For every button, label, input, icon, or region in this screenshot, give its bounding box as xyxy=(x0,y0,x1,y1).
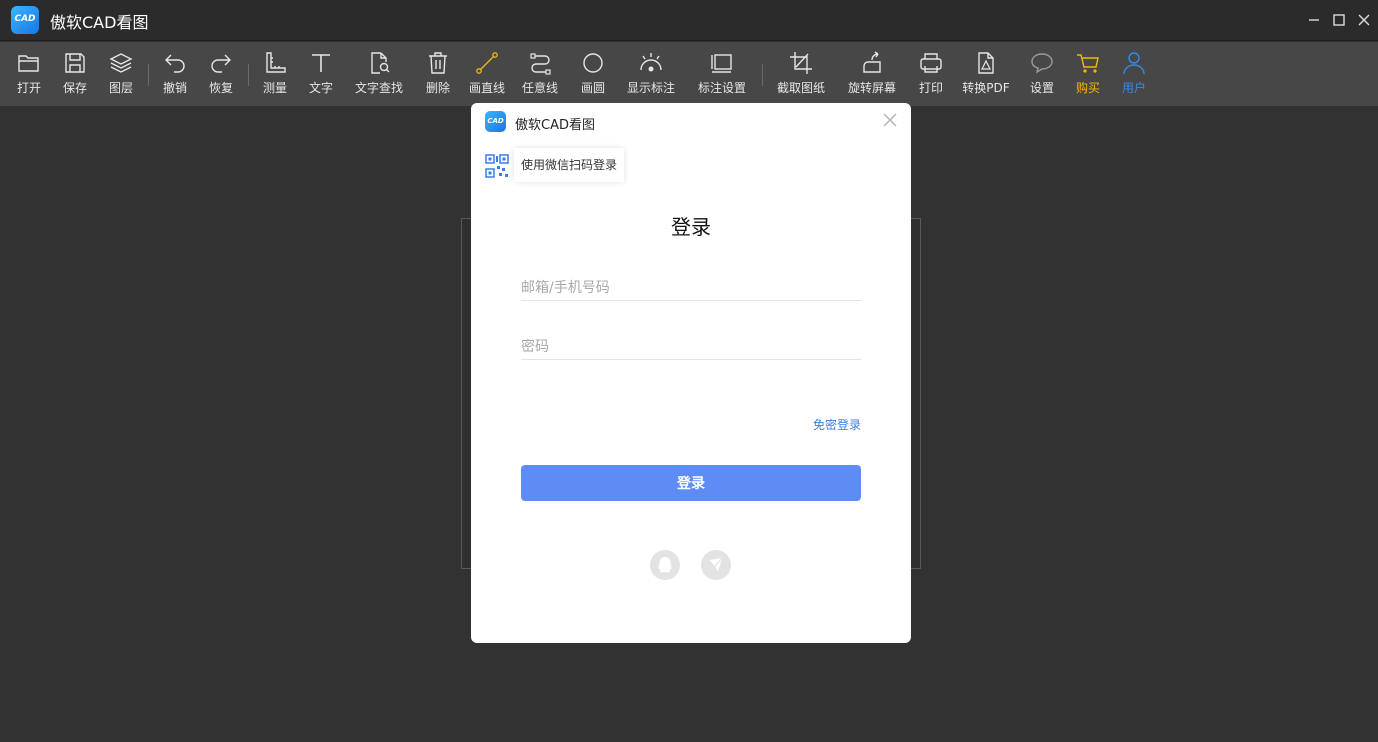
rotate-screen-label: 旋转屏幕 xyxy=(847,81,896,95)
circle-icon xyxy=(583,53,603,73)
undo-button[interactable]: 撤销 xyxy=(156,50,194,100)
crop-drawing-label: 截取图纸 xyxy=(776,81,825,95)
text-icon xyxy=(312,54,330,72)
qq-login-button[interactable] xyxy=(650,550,680,580)
user-label: 用户 xyxy=(1121,81,1146,95)
email-phone-input[interactable] xyxy=(521,275,861,301)
draw-line-label: 画直线 xyxy=(468,81,505,95)
minimize-icon xyxy=(1309,19,1319,21)
login-dialog: CAD 傲软CAD看图 使用微信扫码登录 登录 免密登录 登录 xyxy=(471,103,911,643)
trash-icon xyxy=(429,52,447,74)
measure-label: 测量 xyxy=(262,81,287,95)
open-button[interactable]: 打开 xyxy=(10,50,48,100)
rotate-icon xyxy=(863,51,881,73)
toolbar-divider xyxy=(148,64,149,86)
draw-circle-button[interactable]: 画圆 xyxy=(574,50,612,100)
layers-label: 图层 xyxy=(108,81,133,95)
crop-drawing-button[interactable]: 截取图纸 xyxy=(773,50,829,100)
settings-button[interactable]: 设置 xyxy=(1023,50,1061,100)
qr-login-tooltip: 使用微信扫码登录 xyxy=(514,148,625,182)
text-label: 文字 xyxy=(308,81,333,95)
show-annotation-label: 显示标注 xyxy=(626,81,675,95)
crop-icon xyxy=(790,52,812,74)
delete-label: 删除 xyxy=(425,81,450,95)
convert-pdf-label: 转换PDF xyxy=(962,81,1010,95)
pdf-icon xyxy=(978,52,994,74)
layers-icon xyxy=(109,53,133,73)
qq-icon xyxy=(658,557,672,573)
qr-code-icon xyxy=(485,154,509,178)
rotate-screen-button[interactable]: 旋转屏幕 xyxy=(844,50,900,100)
close-icon xyxy=(1358,14,1370,26)
delete-button[interactable]: 删除 xyxy=(419,50,457,100)
user-button[interactable]: 用户 xyxy=(1115,50,1153,100)
draw-circle-label: 画圆 xyxy=(580,81,605,95)
measure-button[interactable]: 测量 xyxy=(256,50,294,100)
undo-label: 撤销 xyxy=(162,81,187,95)
annotation-settings-button[interactable]: 标注设置 xyxy=(694,50,750,100)
close-icon xyxy=(883,113,897,127)
user-icon xyxy=(1123,52,1145,75)
cart-icon xyxy=(1077,54,1099,73)
save-icon xyxy=(65,53,85,73)
line-icon xyxy=(476,52,498,74)
passwordless-login-link[interactable]: 免密登录 xyxy=(771,416,861,433)
password-input[interactable] xyxy=(521,334,861,360)
show-annotation-button[interactable]: 显示标注 xyxy=(623,50,679,100)
ruler-icon xyxy=(266,52,286,73)
buy-label: 购买 xyxy=(1075,81,1100,95)
layers-button[interactable]: 图层 xyxy=(102,50,140,100)
settings-label: 设置 xyxy=(1029,81,1054,95)
dialog-close-button[interactable] xyxy=(882,112,898,128)
text-button[interactable]: 文字 xyxy=(302,50,340,100)
text-search-button[interactable]: 文字查找 xyxy=(350,50,408,100)
toolbar: 打开 保存 图层 撤销 恢复 测量 文字 文字查找 删除 画直线 任意线 画圆 … xyxy=(0,42,1378,106)
dialog-logo-text: CAD xyxy=(487,117,504,125)
redo-label: 恢复 xyxy=(208,81,233,95)
window-title: 傲软CAD看图 xyxy=(50,13,149,32)
polyline-icon xyxy=(530,53,551,75)
print-button[interactable]: 打印 xyxy=(912,50,950,100)
maximize-icon xyxy=(1333,14,1345,26)
printer-icon xyxy=(920,53,942,73)
text-search-label: 文字查找 xyxy=(354,81,403,95)
toolbar-divider xyxy=(248,64,249,86)
polyline-label: 任意线 xyxy=(521,81,558,95)
weibo-login-button[interactable] xyxy=(701,550,731,580)
dialog-title: 傲软CAD看图 xyxy=(515,118,595,133)
redo-button[interactable]: 恢复 xyxy=(202,50,240,100)
title-bar: CAD 傲软CAD看图 xyxy=(0,0,1378,41)
save-button[interactable]: 保存 xyxy=(56,50,94,100)
show-annotation-icon xyxy=(640,53,662,72)
redo-icon xyxy=(211,54,231,73)
maximize-button[interactable] xyxy=(1330,11,1348,29)
text-search-icon xyxy=(371,52,390,74)
minimize-button[interactable] xyxy=(1305,11,1323,29)
app-logo: CAD xyxy=(11,6,39,34)
login-heading: 登录 xyxy=(671,215,711,239)
annotation-settings-label: 标注设置 xyxy=(697,81,746,95)
buy-button[interactable]: 购买 xyxy=(1069,50,1107,100)
print-label: 打印 xyxy=(918,81,943,95)
weibo-icon xyxy=(709,557,723,572)
app-logo-text: CAD xyxy=(14,14,36,24)
qr-code-login-button[interactable] xyxy=(485,154,509,178)
login-submit-button[interactable]: 登录 xyxy=(521,465,861,501)
dialog-logo: CAD xyxy=(485,111,506,132)
folder-icon xyxy=(18,55,39,72)
annotation-settings-icon xyxy=(711,54,732,73)
toolbar-divider xyxy=(762,64,763,86)
open-label: 打开 xyxy=(16,81,41,95)
polyline-button[interactable]: 任意线 xyxy=(518,50,562,100)
draw-line-button[interactable]: 画直线 xyxy=(465,50,509,100)
save-label: 保存 xyxy=(62,81,87,95)
chat-bubble-icon xyxy=(1031,53,1053,74)
undo-icon xyxy=(165,54,185,73)
close-window-button[interactable] xyxy=(1355,11,1373,29)
convert-pdf-button[interactable]: 转换PDF xyxy=(958,50,1014,100)
